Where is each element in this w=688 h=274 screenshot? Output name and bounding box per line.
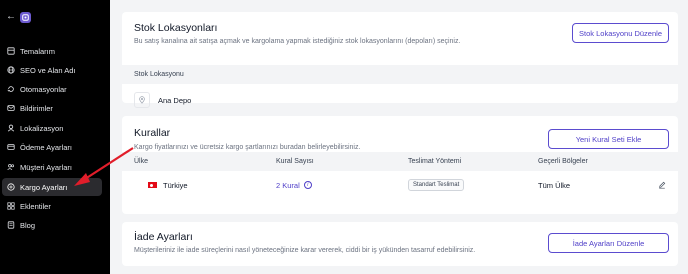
globe-icon [7,66,15,74]
back-arrow-icon[interactable]: ← [6,11,16,23]
sidebar-item-label: Eklentiler [20,201,51,211]
sidebar-item-label: Kargo Ayarları [20,182,68,192]
location-pin-icon [134,92,150,108]
blog-icon [7,221,15,229]
column-header-country: Ülke [134,158,149,165]
rule-count-link[interactable]: 2 Kural [276,181,300,190]
localization-icon [7,124,15,132]
info-icon[interactable]: i [303,181,312,189]
layout-icon [7,47,15,55]
sidebar: ← Temalarım SEO ve Alan Adı Otomasyonlar… [0,0,110,274]
grid-icon [7,202,15,210]
app-logo-icon[interactable] [20,11,31,23]
column-header-rule-count: Kural Sayısı [276,158,314,165]
sidebar-item-blog[interactable]: Blog [2,216,102,234]
sidebar-item-otomasyonlar[interactable]: Otomasyonlar [2,80,102,98]
column-header-delivery-method: Teslimat Yöntemi [408,158,462,165]
sidebar-item-label: Otomasyonlar [20,84,67,94]
payment-icon [7,144,15,150]
stock-locations-card: Stok Lokasyonları Bu satış kanalına ait … [122,12,678,108]
stock-locations-subtitle: Bu satış kanalına ait satışa açmak ve ka… [134,38,461,45]
rules-table-header: Ülke Kural Sayısı Teslimat Yöntemi Geçer… [122,152,678,171]
stock-location-column-header: Stok Lokasyonu [122,65,678,84]
automation-icon [7,86,14,92]
sidebar-item-eklentiler[interactable]: Eklentiler [2,197,102,215]
country-name: Türkiye [163,180,188,190]
cargo-icon [7,183,15,191]
rules-card: Kurallar Kargo fiyatlarınızı ve ücretsiz… [122,116,678,214]
mail-icon [7,105,15,111]
returns-subtitle: Müşterileriniz ile iade süreçlerini nası… [134,247,476,254]
regions-cell: Tüm Ülke [538,180,571,190]
sidebar-item-label: Temalarım [20,46,56,56]
users-icon [7,164,15,171]
turkey-flag-icon [148,182,157,188]
sidebar-item-seo[interactable]: SEO ve Alan Adı [2,61,102,79]
sidebar-item-odeme[interactable]: Ödeme Ayarları [2,138,102,156]
sidebar-item-label: SEO ve Alan Adı [20,65,76,75]
sidebar-item-label: Ödeme Ayarları [20,142,72,152]
returns-card: İade Ayarları Müşterileriniz ile iade sü… [122,222,678,266]
returns-title: İade Ayarları [134,231,193,243]
main-content: Stok Lokasyonları Bu satış kanalına ait … [110,0,688,274]
add-rule-set-button[interactable]: Yeni Kural Seti Ekle [548,129,669,149]
delivery-method-badge: Standart Teslimat [408,179,465,191]
edit-stock-location-button[interactable]: Stok Lokasyonu Düzenle [572,23,669,43]
stock-location-name: Ana Depo [158,95,192,105]
stock-location-row[interactable]: Ana Depo [134,92,191,108]
sidebar-header: ← [6,11,31,23]
sidebar-item-label: Müşteri Ayarları [20,162,72,172]
sidebar-item-label: Lokalizasyon [20,123,64,133]
sidebar-item-temalarim[interactable]: Temalarım [2,42,102,60]
rule-count-cell: 2 Kural i [276,171,312,199]
sidebar-item-lokalizasyon[interactable]: Lokalizasyon [2,119,102,137]
sidebar-item-kargo[interactable]: Kargo Ayarları [2,178,102,196]
rules-subtitle: Kargo fiyatlarınızı ve ücretsiz kargo şa… [134,144,361,151]
edit-pencil-icon[interactable] [658,171,666,199]
sidebar-item-musteri[interactable]: Müşteri Ayarları [2,158,102,176]
sidebar-item-label: Bildirimler [20,103,53,113]
rules-title: Kurallar [134,127,171,139]
sidebar-item-label: Blog [20,220,36,230]
stock-locations-title: Stok Lokasyonları [134,22,218,34]
sidebar-item-bildirimler[interactable]: Bildirimler [2,99,102,117]
delivery-method-cell: Standart Teslimat [408,171,465,199]
edit-return-settings-button[interactable]: İade Ayarları Düzenle [548,233,669,253]
table-row[interactable]: Türkiye 2 Kural i Standart Teslimat Tüm … [122,171,678,199]
country-cell: Türkiye [148,171,188,199]
column-header-regions: Geçerli Bölgeler [538,158,588,165]
